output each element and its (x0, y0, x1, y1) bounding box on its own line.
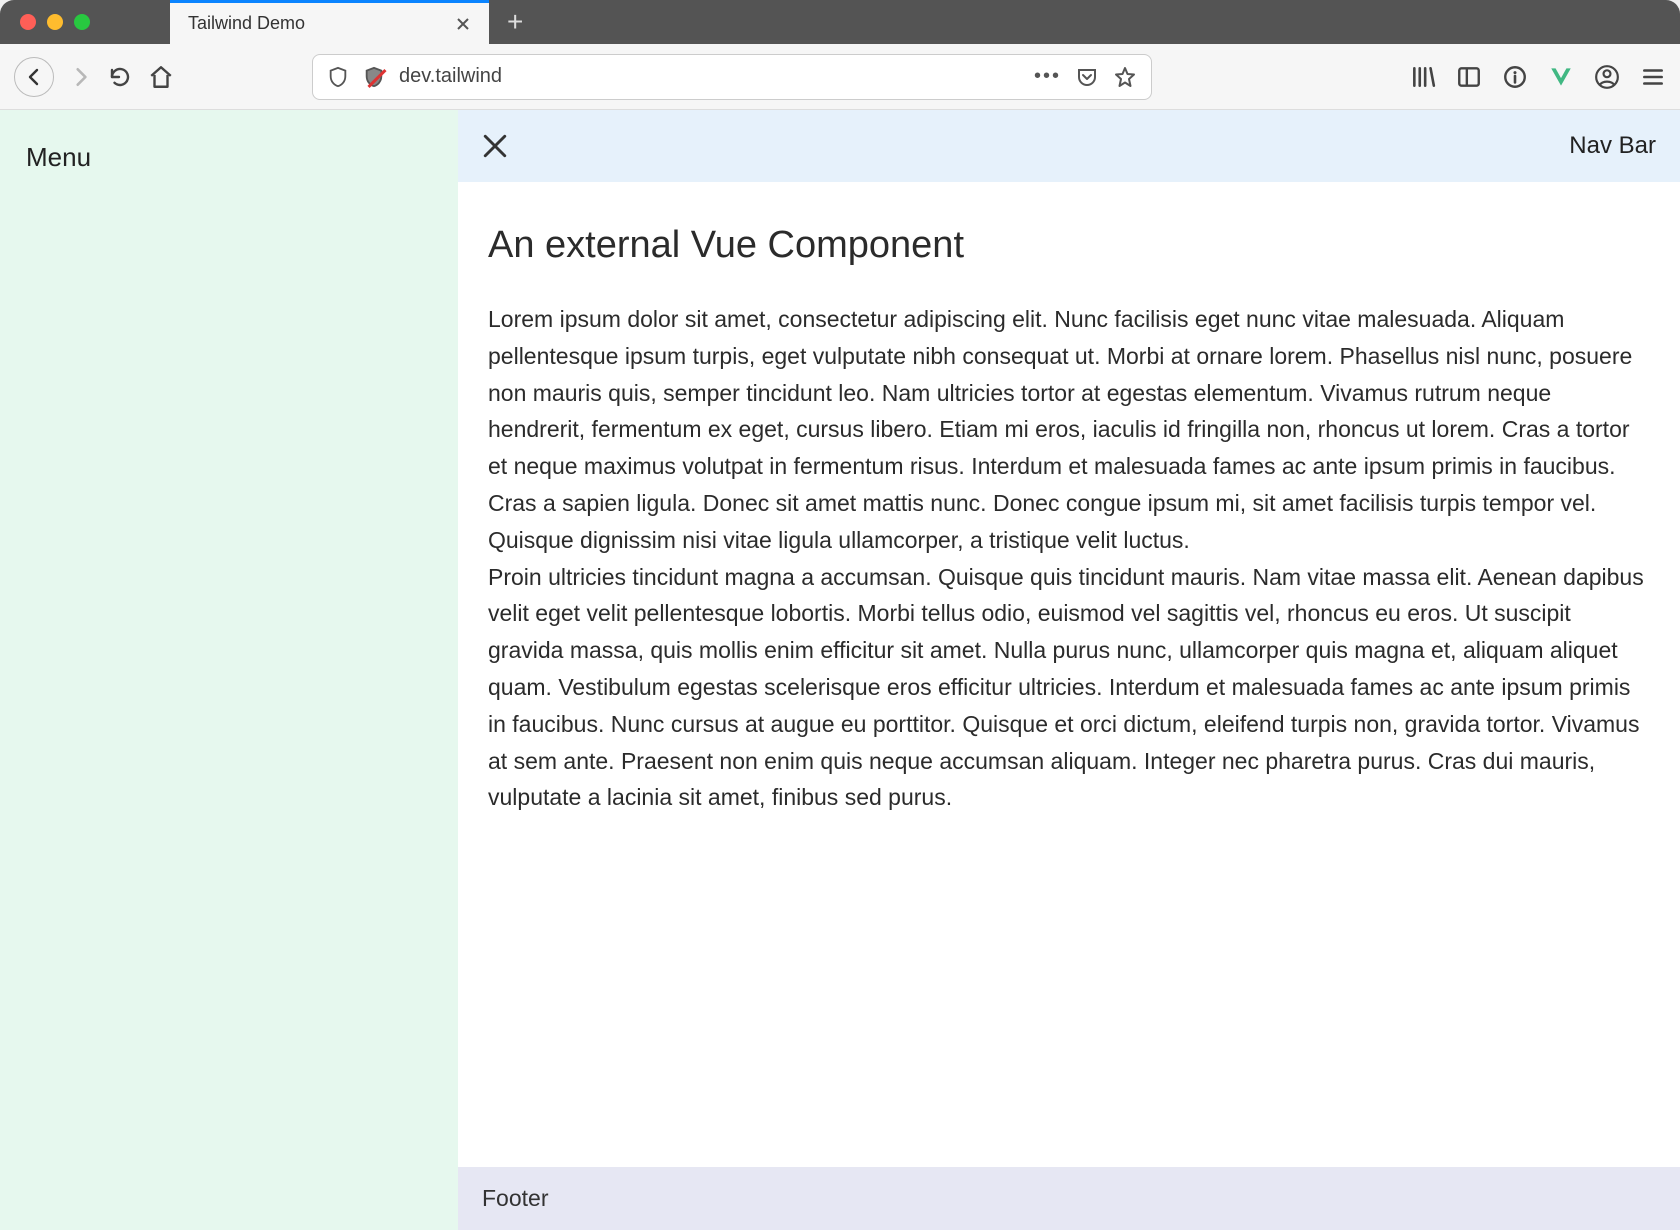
url-text: dev.tailwind (399, 65, 502, 88)
bookmark-star-icon[interactable] (1113, 65, 1137, 89)
navbar-close-icon[interactable] (482, 133, 508, 159)
content-area: An external Vue Component Lorem ipsum do… (458, 182, 1680, 1167)
navbar-title: Nav Bar (1569, 132, 1656, 160)
main: Nav Bar An external Vue Component Lorem … (458, 110, 1680, 1230)
footer-label: Footer (482, 1185, 548, 1211)
footer: Footer (458, 1167, 1680, 1230)
app-navbar: Nav Bar (458, 110, 1680, 182)
page: Menu Nav Bar An external Vue Component L… (0, 110, 1680, 1230)
content-paragraph-1: Lorem ipsum dolor sit amet, consectetur … (488, 301, 1650, 559)
window-minimize-button[interactable] (47, 14, 63, 30)
forward-button[interactable] (70, 66, 92, 88)
address-bar[interactable]: dev.tailwind ••• (312, 54, 1152, 100)
toolbar-right-icons (1410, 64, 1666, 90)
shield-icon[interactable] (327, 65, 349, 89)
nav-buttons (14, 57, 174, 97)
content-paragraph-2: Proin ultricies tincidunt magna a accums… (488, 559, 1650, 817)
page-actions-icon[interactable]: ••• (1034, 65, 1061, 88)
browser-toolbar: dev.tailwind ••• (0, 44, 1680, 110)
content-heading: An external Vue Component (488, 224, 1650, 267)
account-icon[interactable] (1594, 64, 1620, 90)
browser-tab[interactable]: Tailwind Demo (170, 0, 489, 44)
pocket-icon[interactable] (1075, 65, 1099, 89)
reload-button[interactable] (108, 65, 132, 89)
sidebar-menu-label[interactable]: Menu (26, 142, 432, 173)
home-button[interactable] (148, 64, 174, 90)
tab-close-icon[interactable] (455, 16, 471, 32)
sidebar-icon[interactable] (1456, 64, 1482, 90)
back-button[interactable] (14, 57, 54, 97)
tracking-protection-off-icon[interactable] (363, 65, 385, 89)
tab-bar: Tailwind Demo + (0, 0, 1680, 44)
window-close-button[interactable] (20, 14, 36, 30)
info-icon[interactable] (1502, 64, 1528, 90)
hamburger-menu-icon[interactable] (1640, 64, 1666, 90)
tab-title: Tailwind Demo (188, 13, 305, 34)
new-tab-button[interactable]: + (489, 8, 541, 36)
library-icon[interactable] (1410, 64, 1436, 90)
window-controls (0, 14, 110, 30)
window-zoom-button[interactable] (74, 14, 90, 30)
sidebar: Menu (0, 110, 458, 1230)
vue-devtools-icon[interactable] (1548, 64, 1574, 90)
